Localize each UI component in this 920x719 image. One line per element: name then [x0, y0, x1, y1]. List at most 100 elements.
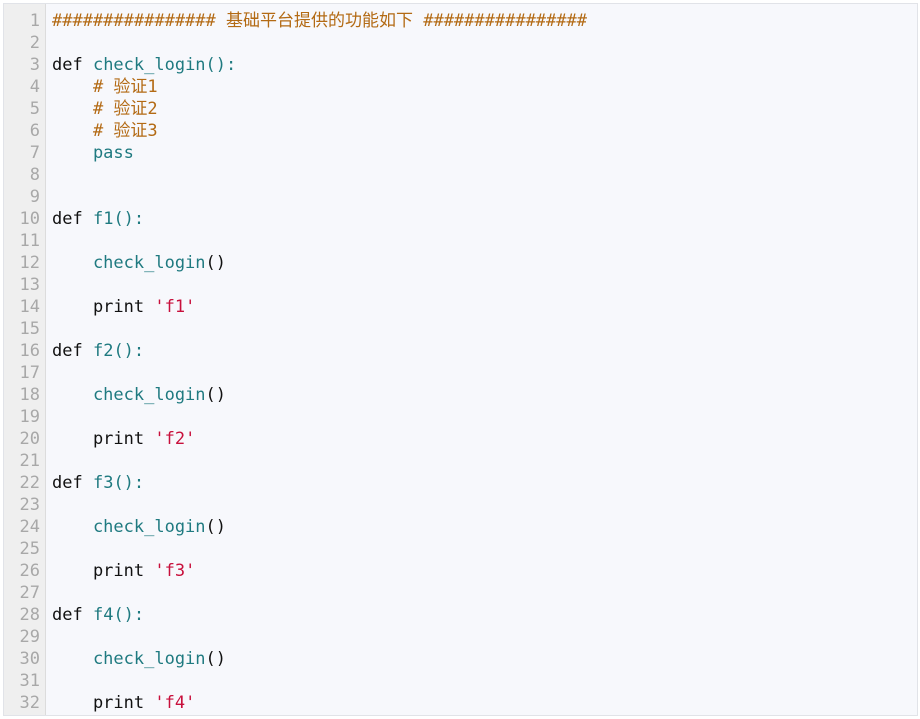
- code-token: print: [52, 429, 155, 449]
- code-token: 'f3': [154, 561, 196, 581]
- code-line[interactable]: [52, 230, 917, 252]
- code-token: print: [52, 693, 155, 713]
- code-line[interactable]: [52, 494, 917, 516]
- code-token: (): [205, 517, 227, 537]
- code-token: print: [52, 297, 155, 317]
- code-token: ():: [113, 473, 145, 493]
- line-number: 3: [29, 55, 40, 75]
- code-line[interactable]: [52, 626, 917, 648]
- code-editor[interactable]: 1 2 3 4 5 6 7 8 9 10 11 12 13 14 15 16 17 18 19 20 21 22 23 24 2…: [3, 3, 918, 716]
- code-line[interactable]: # 验证2: [52, 98, 917, 120]
- code-line[interactable]: print 'f3': [52, 560, 917, 582]
- code-token: 'f1': [154, 297, 196, 317]
- line-number: 5: [29, 99, 40, 119]
- code-token: ():: [113, 605, 145, 625]
- code-token: (): [205, 649, 227, 669]
- code-token: # 验证2: [52, 99, 158, 119]
- code-line[interactable]: [52, 164, 917, 186]
- code-line[interactable]: print 'f2': [52, 428, 917, 450]
- code-line[interactable]: [52, 318, 917, 340]
- line-number: 6: [29, 121, 40, 141]
- line-number: 15: [19, 319, 40, 339]
- code-token: ():: [113, 209, 145, 229]
- code-line[interactable]: [52, 362, 917, 384]
- line-number: 4: [29, 77, 40, 97]
- code-token: pass: [52, 143, 134, 163]
- line-number: 12: [19, 253, 40, 273]
- code-line[interactable]: check_login(): [52, 252, 917, 274]
- code-token: def: [52, 209, 93, 229]
- code-line[interactable]: def f4():: [52, 604, 917, 626]
- code-token: # 验证1: [52, 77, 158, 97]
- line-number: 19: [19, 407, 40, 427]
- code-token: check_login: [92, 55, 206, 75]
- code-line[interactable]: [52, 538, 917, 560]
- code-token: 'f4': [154, 693, 196, 713]
- code-line[interactable]: print 'f1': [52, 296, 917, 318]
- line-number: 21: [19, 451, 40, 471]
- code-token: ():: [113, 341, 145, 361]
- code-token: check_login: [52, 649, 206, 669]
- code-line[interactable]: def check_login():: [52, 54, 917, 76]
- code-line[interactable]: [52, 274, 917, 296]
- code-line[interactable]: check_login(): [52, 516, 917, 538]
- code-line[interactable]: check_login(): [52, 648, 917, 670]
- code-area[interactable]: ################ 基础平台提供的功能如下 ###########…: [46, 4, 917, 715]
- code-token: def: [52, 341, 93, 361]
- code-token: 'f2': [154, 429, 196, 449]
- line-number: 1: [29, 11, 40, 31]
- code-line[interactable]: # 验证3: [52, 120, 917, 142]
- code-line[interactable]: [52, 32, 917, 54]
- code-token: (): [205, 253, 227, 273]
- line-number: 2: [29, 33, 40, 53]
- line-number: 32: [19, 693, 40, 713]
- code-line[interactable]: [52, 406, 917, 428]
- line-number: 31: [19, 671, 40, 691]
- code-line[interactable]: def f2():: [52, 340, 917, 362]
- code-line[interactable]: ################ 基础平台提供的功能如下 ###########…: [52, 10, 917, 32]
- line-number: 28: [19, 605, 40, 625]
- code-token: def: [52, 55, 93, 75]
- code-line[interactable]: def f3():: [52, 472, 917, 494]
- line-number: 8: [29, 165, 40, 185]
- code-line[interactable]: def f1():: [52, 208, 917, 230]
- line-number: 25: [19, 539, 40, 559]
- code-line[interactable]: # 验证1: [52, 76, 917, 98]
- code-token: check_login: [52, 253, 206, 273]
- code-token: check_login: [52, 517, 206, 537]
- line-number: 10: [19, 209, 40, 229]
- code-token: f4: [92, 605, 114, 625]
- line-number: 27: [19, 583, 40, 603]
- code-line[interactable]: print 'f4': [52, 692, 917, 714]
- code-token: check_login: [52, 385, 206, 405]
- line-number: 29: [19, 627, 40, 647]
- line-number: 16: [19, 341, 40, 361]
- code-token: f1: [92, 209, 114, 229]
- line-number: 26: [19, 561, 40, 581]
- code-token: ():: [205, 55, 237, 75]
- line-number: 14: [19, 297, 40, 317]
- code-line[interactable]: pass: [52, 142, 917, 164]
- line-number: 11: [19, 231, 40, 251]
- line-number: 9: [29, 187, 40, 207]
- line-number: 23: [19, 495, 40, 515]
- line-number: 13: [19, 275, 40, 295]
- code-line[interactable]: [52, 186, 917, 208]
- code-token: ################ 基础平台提供的功能如下 ###########…: [52, 11, 587, 31]
- code-line[interactable]: [52, 450, 917, 472]
- code-line[interactable]: check_login(): [52, 384, 917, 406]
- line-number: 22: [19, 473, 40, 493]
- code-token: f3: [92, 473, 114, 493]
- line-number: 18: [19, 385, 40, 405]
- line-number: 7: [29, 143, 40, 163]
- line-number-gutter: 1 2 3 4 5 6 7 8 9 10 11 12 13 14 15 16 17 18 19 20 21 22 23 24 2…: [4, 4, 46, 715]
- code-token: # 验证3: [52, 121, 158, 141]
- line-number: 30: [19, 649, 40, 669]
- line-number: 17: [19, 363, 40, 383]
- code-token: def: [52, 473, 93, 493]
- code-token: (): [205, 385, 227, 405]
- code-line[interactable]: [52, 582, 917, 604]
- code-line[interactable]: [52, 670, 917, 692]
- code-token: f2: [92, 341, 114, 361]
- line-number: 24: [19, 517, 40, 537]
